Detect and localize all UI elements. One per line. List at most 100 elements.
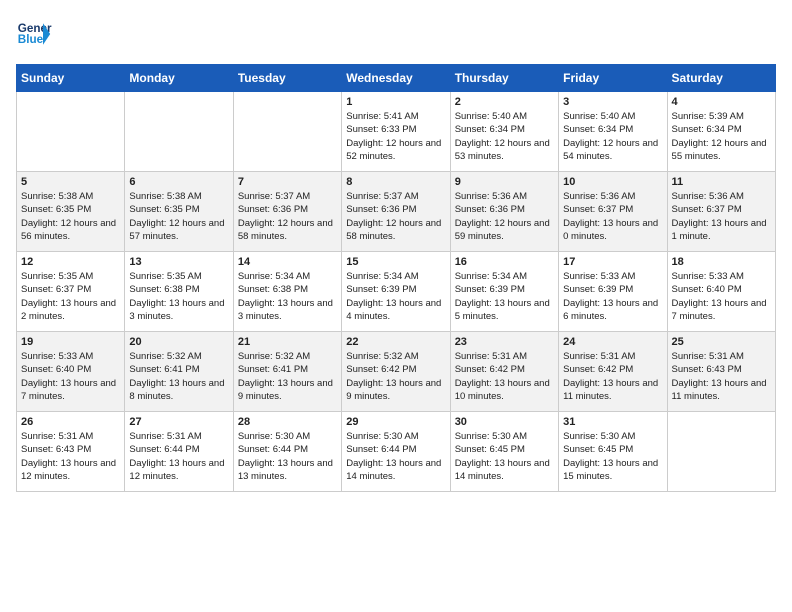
day-number: 5 [21, 176, 120, 188]
day-info: Sunrise: 5:36 AM Sunset: 6:37 PM Dayligh… [563, 190, 662, 243]
day-info: Sunrise: 5:30 AM Sunset: 6:44 PM Dayligh… [346, 430, 445, 483]
day-cell: 19 Sunrise: 5:33 AM Sunset: 6:40 PM Dayli… [17, 332, 125, 412]
day-number: 26 [21, 416, 120, 428]
day-cell [125, 92, 233, 172]
day-info: Sunrise: 5:34 AM Sunset: 6:39 PM Dayligh… [346, 270, 445, 323]
day-cell: 7Sunrise: 5:37 AM Sunset: 6:36 PM Daylig… [233, 172, 341, 252]
day-info: Sunrise: 5:31 AM Sunset: 6:44 PM Dayligh… [129, 430, 228, 483]
header-cell-thursday: Thursday [450, 65, 558, 92]
day-number: 20 [129, 336, 228, 348]
calendar-table: SundayMondayTuesdayWednesdayThursdayFrid… [16, 64, 776, 492]
week-row-5: 26 Sunrise: 5:31 AM Sunset: 6:43 PM Dayli… [17, 412, 776, 492]
day-info: Sunrise: 5:35 AM Sunset: 6:38 PM Dayligh… [129, 270, 228, 323]
day-cell: 28 Sunrise: 5:30 AM Sunset: 6:44 PM Dayli… [233, 412, 341, 492]
day-number: 13 [129, 256, 228, 268]
week-row-1: 1 Sunrise: 5:41 AM Sunset: 6:33 PM Daylig… [17, 92, 776, 172]
day-number: 1 [346, 96, 445, 108]
day-number: 17 [563, 256, 662, 268]
day-cell: 22 Sunrise: 5:32 AM Sunset: 6:42 PM Dayli… [342, 332, 450, 412]
day-info: Sunrise: 5:40 AM Sunset: 6:34 PM Dayligh… [455, 110, 554, 163]
day-cell: 18Sunrise: 5:33 AM Sunset: 6:40 PM Dayli… [667, 252, 775, 332]
day-info: Sunrise: 5:34 AM Sunset: 6:38 PM Dayligh… [238, 270, 337, 323]
day-info: Sunrise: 5:32 AM Sunset: 6:42 PM Dayligh… [346, 350, 445, 403]
day-cell [233, 92, 341, 172]
day-cell: 27 Sunrise: 5:31 AM Sunset: 6:44 PM Dayli… [125, 412, 233, 492]
svg-text:Blue: Blue [18, 33, 44, 46]
day-info: Sunrise: 5:31 AM Sunset: 6:43 PM Dayligh… [21, 430, 120, 483]
day-number: 15 [346, 256, 445, 268]
day-cell: 26 Sunrise: 5:31 AM Sunset: 6:43 PM Dayli… [17, 412, 125, 492]
day-cell: 10 Sunrise: 5:36 AM Sunset: 6:37 PM Dayli… [559, 172, 667, 252]
day-number: 4 [672, 96, 771, 108]
day-info: Sunrise: 5:32 AM Sunset: 6:41 PM Dayligh… [238, 350, 337, 403]
day-info: Sunrise: 5:31 AM Sunset: 6:43 PM Dayligh… [672, 350, 771, 403]
day-cell: 11Sunrise: 5:36 AM Sunset: 6:37 PM Dayli… [667, 172, 775, 252]
header-cell-saturday: Saturday [667, 65, 775, 92]
day-info: Sunrise: 5:40 AM Sunset: 6:34 PM Dayligh… [563, 110, 662, 163]
day-number: 28 [238, 416, 337, 428]
day-info: Sunrise: 5:34 AM Sunset: 6:39 PM Dayligh… [455, 270, 554, 323]
day-number: 2 [455, 96, 554, 108]
day-info: Sunrise: 5:41 AM Sunset: 6:33 PM Dayligh… [346, 110, 445, 163]
header-cell-tuesday: Tuesday [233, 65, 341, 92]
day-cell: 3 Sunrise: 5:40 AM Sunset: 6:34 PM Daylig… [559, 92, 667, 172]
day-cell [17, 92, 125, 172]
day-cell: 31 Sunrise: 5:30 AM Sunset: 6:45 PM Dayli… [559, 412, 667, 492]
logo: General Blue [16, 16, 52, 52]
day-number: 19 [21, 336, 120, 348]
day-cell: 1 Sunrise: 5:41 AM Sunset: 6:33 PM Daylig… [342, 92, 450, 172]
day-number: 27 [129, 416, 228, 428]
day-info: Sunrise: 5:37 AM Sunset: 6:36 PM Dayligh… [346, 190, 445, 243]
week-row-4: 19 Sunrise: 5:33 AM Sunset: 6:40 PM Dayli… [17, 332, 776, 412]
day-cell: 6Sunrise: 5:38 AM Sunset: 6:35 PM Daylig… [125, 172, 233, 252]
day-number: 11 [672, 176, 771, 188]
day-number: 16 [455, 256, 554, 268]
day-cell: 14 Sunrise: 5:34 AM Sunset: 6:38 PM Dayli… [233, 252, 341, 332]
day-info: Sunrise: 5:35 AM Sunset: 6:37 PM Dayligh… [21, 270, 120, 323]
day-number: 31 [563, 416, 662, 428]
day-cell: 29 Sunrise: 5:30 AM Sunset: 6:44 PM Dayli… [342, 412, 450, 492]
day-info: Sunrise: 5:30 AM Sunset: 6:45 PM Dayligh… [455, 430, 554, 483]
day-cell: 2 Sunrise: 5:40 AM Sunset: 6:34 PM Daylig… [450, 92, 558, 172]
day-cell: 20 Sunrise: 5:32 AM Sunset: 6:41 PM Dayli… [125, 332, 233, 412]
day-number: 29 [346, 416, 445, 428]
day-cell: 12Sunrise: 5:35 AM Sunset: 6:37 PM Dayli… [17, 252, 125, 332]
day-cell: 15 Sunrise: 5:34 AM Sunset: 6:39 PM Dayli… [342, 252, 450, 332]
header-cell-monday: Monday [125, 65, 233, 92]
day-info: Sunrise: 5:38 AM Sunset: 6:35 PM Dayligh… [21, 190, 120, 243]
day-number: 9 [455, 176, 554, 188]
day-number: 8 [346, 176, 445, 188]
day-cell: 30 Sunrise: 5:30 AM Sunset: 6:45 PM Dayli… [450, 412, 558, 492]
day-info: Sunrise: 5:32 AM Sunset: 6:41 PM Dayligh… [129, 350, 228, 403]
day-cell: 16 Sunrise: 5:34 AM Sunset: 6:39 PM Dayli… [450, 252, 558, 332]
header-row: SundayMondayTuesdayWednesdayThursdayFrid… [17, 65, 776, 92]
header-cell-sunday: Sunday [17, 65, 125, 92]
day-info: Sunrise: 5:36 AM Sunset: 6:36 PM Dayligh… [455, 190, 554, 243]
day-cell: 8 Sunrise: 5:37 AM Sunset: 6:36 PM Daylig… [342, 172, 450, 252]
day-cell: 5 Sunrise: 5:38 AM Sunset: 6:35 PM Daylig… [17, 172, 125, 252]
day-cell [667, 412, 775, 492]
day-info: Sunrise: 5:30 AM Sunset: 6:44 PM Dayligh… [238, 430, 337, 483]
header-cell-wednesday: Wednesday [342, 65, 450, 92]
day-number: 21 [238, 336, 337, 348]
day-number: 3 [563, 96, 662, 108]
day-number: 14 [238, 256, 337, 268]
day-info: Sunrise: 5:33 AM Sunset: 6:40 PM Dayligh… [21, 350, 120, 403]
day-cell: 4Sunrise: 5:39 AM Sunset: 6:34 PM Daylig… [667, 92, 775, 172]
day-info: Sunrise: 5:30 AM Sunset: 6:45 PM Dayligh… [563, 430, 662, 483]
page-header: General Blue [16, 16, 776, 52]
day-cell: 24 Sunrise: 5:31 AM Sunset: 6:42 PM Dayli… [559, 332, 667, 412]
logo-icon: General Blue [16, 16, 52, 52]
day-number: 30 [455, 416, 554, 428]
header-cell-friday: Friday [559, 65, 667, 92]
day-number: 7 [238, 176, 337, 188]
day-cell: 17Sunrise: 5:33 AM Sunset: 6:39 PM Dayli… [559, 252, 667, 332]
day-cell: 13 Sunrise: 5:35 AM Sunset: 6:38 PM Dayli… [125, 252, 233, 332]
day-number: 24 [563, 336, 662, 348]
day-number: 10 [563, 176, 662, 188]
day-info: Sunrise: 5:31 AM Sunset: 6:42 PM Dayligh… [563, 350, 662, 403]
day-number: 22 [346, 336, 445, 348]
day-number: 25 [672, 336, 771, 348]
day-info: Sunrise: 5:31 AM Sunset: 6:42 PM Dayligh… [455, 350, 554, 403]
day-number: 23 [455, 336, 554, 348]
